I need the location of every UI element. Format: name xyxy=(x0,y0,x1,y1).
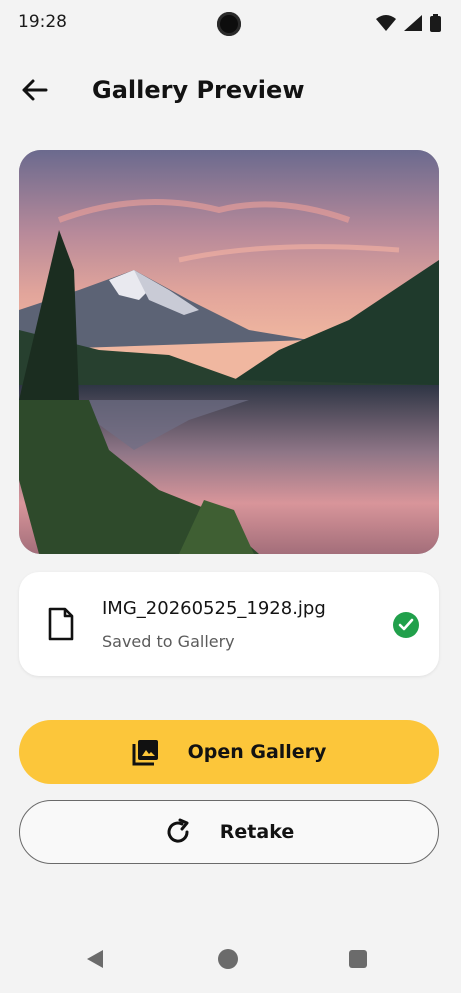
nav-recents-icon[interactable] xyxy=(349,950,367,968)
gallery-icon xyxy=(132,740,158,766)
back-button[interactable] xyxy=(14,70,54,110)
retake-button[interactable]: Retake xyxy=(19,800,439,864)
retake-label: Retake xyxy=(219,821,295,843)
status-time: 19:28 xyxy=(18,12,67,32)
front-camera xyxy=(217,12,241,36)
nav-home-icon[interactable] xyxy=(218,949,238,969)
file-icon xyxy=(48,607,74,641)
open-gallery-label: Open Gallery xyxy=(187,741,327,763)
check-circle-icon xyxy=(393,612,419,638)
landscape-photo xyxy=(19,150,439,554)
status-bar: 19:28 xyxy=(0,0,461,46)
save-status: Saved to Gallery xyxy=(102,632,235,651)
checkmark-icon xyxy=(398,618,414,631)
photo-preview xyxy=(19,150,439,554)
page-title: Gallery Preview xyxy=(92,76,305,104)
file-card: IMG_20260525_1928.jpg Saved to Gallery xyxy=(19,572,439,676)
nav-back-icon[interactable] xyxy=(85,948,105,970)
wifi-icon xyxy=(376,15,396,31)
app-bar: Gallery Preview xyxy=(0,60,461,120)
system-nav-bar xyxy=(0,930,461,993)
signal-icon xyxy=(404,15,422,31)
battery-icon xyxy=(430,14,441,32)
arrow-left-icon xyxy=(22,79,48,101)
open-gallery-button[interactable]: Open Gallery xyxy=(19,720,439,784)
status-icons xyxy=(376,14,441,32)
refresh-icon xyxy=(167,818,189,843)
file-name: IMG_20260525_1928.jpg xyxy=(102,598,326,619)
